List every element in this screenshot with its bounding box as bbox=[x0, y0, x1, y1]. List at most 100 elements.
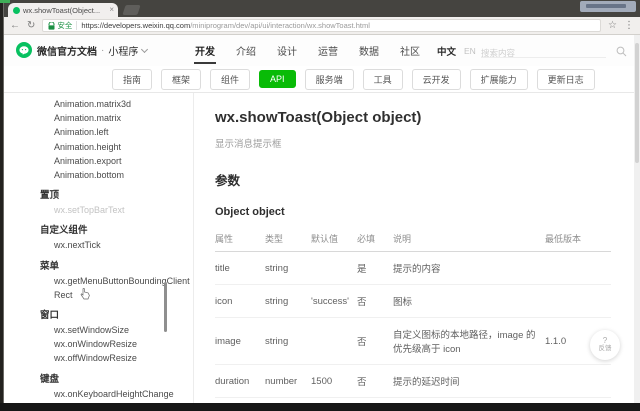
cell: 否 bbox=[357, 365, 393, 398]
sidebar-item[interactable]: Animation.bottom bbox=[54, 168, 193, 182]
nav-item-intro[interactable]: 介绍 bbox=[235, 34, 257, 67]
nav-item-data[interactable]: 数据 bbox=[358, 34, 380, 67]
table-row: durationnumber1500否提示的延迟时间 bbox=[215, 365, 611, 398]
sidebar-item[interactable]: wx.onWindowResize bbox=[54, 337, 192, 351]
sidebar-item[interactable]: wx.setWindowSize bbox=[54, 323, 192, 337]
subnav-extend[interactable]: 扩展能力 bbox=[470, 69, 528, 90]
cell bbox=[545, 285, 611, 318]
params-table: 属性 类型 默认值 必填 说明 最低版本 titlestring是提示的内容 bbox=[215, 227, 611, 403]
col-default: 默认值 bbox=[311, 227, 357, 252]
lang-zh[interactable]: 中文 bbox=[437, 44, 456, 58]
cell: icon bbox=[215, 285, 265, 318]
subnav-component[interactable]: 组件 bbox=[210, 69, 250, 90]
sidebar-item[interactable]: Animation.left bbox=[54, 125, 193, 139]
sidebar-item[interactable]: Animation.matrix3d bbox=[54, 97, 193, 111]
sidebar-item[interactable]: Animation.matrix bbox=[54, 111, 193, 125]
secure-indicator[interactable]: 安全 bbox=[48, 20, 72, 31]
cell bbox=[311, 318, 357, 365]
sidebar-item-settopbartext[interactable]: wx.setTopBarText bbox=[54, 203, 192, 217]
cell: 1500 bbox=[311, 365, 357, 398]
sidebar-item[interactable]: wx.nextTick bbox=[54, 238, 192, 252]
sidebar-group-custom-component: 自定义组件 wx.nextTick bbox=[4, 224, 193, 252]
subnav-tools[interactable]: 工具 bbox=[363, 69, 403, 90]
section-params: 参数 bbox=[215, 170, 640, 189]
search-input[interactable] bbox=[481, 46, 606, 60]
cursor-pointer-icon bbox=[80, 287, 90, 305]
chevron-down-icon[interactable] bbox=[141, 45, 148, 52]
browser-tab[interactable]: wx.showToast(Object... × bbox=[8, 3, 118, 17]
browser-toolbar: ← ↻ 安全 https://developers.weixin.qq.com/… bbox=[0, 17, 640, 35]
sidebar-item[interactable]: Animation.height bbox=[54, 140, 193, 154]
nav-item-community[interactable]: 社区 bbox=[399, 34, 421, 67]
refresh-icon[interactable]: ↻ bbox=[27, 21, 35, 31]
animation-list: Animation.matrix3d Animation.matrix Anim… bbox=[4, 97, 193, 182]
cell: 自定义图标的本地路径，image 的优先级高于 icon bbox=[393, 318, 545, 365]
close-icon[interactable]: × bbox=[109, 6, 114, 14]
brand-name: 微信官方文档 bbox=[37, 43, 97, 58]
col-attr: 属性 bbox=[215, 227, 265, 252]
cell: 图标 bbox=[393, 285, 545, 318]
cell: 'success' bbox=[311, 285, 357, 318]
tab-title: wx.showToast(Object... bbox=[23, 6, 106, 15]
col-required: 必填 bbox=[357, 227, 393, 252]
cell: 否 bbox=[357, 285, 393, 318]
brand[interactable]: 微信官方文档 · 小程序 bbox=[37, 35, 147, 66]
subnav-server[interactable]: 服务端 bbox=[305, 69, 354, 90]
lang-en[interactable]: EN bbox=[464, 46, 476, 56]
page: 微信官方文档 · 小程序 开发 介绍 设计 运营 数据 社区 中文 EN bbox=[4, 35, 640, 403]
sidebar-scrollbar-thumb[interactable] bbox=[164, 282, 167, 332]
url-divider bbox=[76, 21, 77, 30]
search-icon[interactable] bbox=[616, 44, 627, 62]
subnav-framework[interactable]: 框架 bbox=[161, 69, 201, 90]
browser-menu-icon[interactable]: ⋮ bbox=[624, 21, 634, 31]
bookmark-star-icon[interactable]: ☆ bbox=[608, 21, 617, 31]
subnav-changelog[interactable]: 更新日志 bbox=[537, 69, 595, 90]
doc-content: wx.showToast(Object object) 显示消息提示框 参数 O… bbox=[194, 93, 640, 403]
wechat-favicon-icon bbox=[13, 7, 20, 14]
sidebar-item[interactable]: wx.offWindowResize bbox=[54, 351, 192, 365]
group-header: 键盘 bbox=[4, 373, 193, 387]
product-name: 小程序 bbox=[108, 43, 138, 58]
group-header: 菜单 bbox=[4, 260, 193, 274]
sidebar-item[interactable]: Animation.export bbox=[54, 154, 193, 168]
url-path: /miniprogram/dev/api/ui/interaction/wx.s… bbox=[190, 21, 370, 30]
nav-item-design[interactable]: 设计 bbox=[276, 34, 298, 67]
new-tab-button[interactable] bbox=[122, 5, 140, 15]
cell: string bbox=[265, 318, 311, 365]
url-bar[interactable]: 安全 https://developers.weixin.qq.com/mini… bbox=[42, 19, 601, 32]
subnav-guide[interactable]: 指南 bbox=[112, 69, 152, 90]
subnav-api[interactable]: API bbox=[259, 70, 296, 88]
taskbar-sliver bbox=[0, 403, 640, 411]
sidebar-item[interactable]: wx.onKeyboardHeightChange bbox=[54, 387, 192, 401]
feedback-button[interactable]: ? 反馈 bbox=[590, 330, 620, 360]
main-nav: 开发 介绍 设计 运营 数据 社区 bbox=[194, 35, 421, 66]
url-domain: https://developers.weixin.qq.com bbox=[81, 21, 190, 30]
subnav-cloud[interactable]: 云开发 bbox=[412, 69, 461, 90]
table-row: imagestring否自定义图标的本地路径，image 的优先级高于 icon… bbox=[215, 318, 611, 365]
feedback-label: 反馈 bbox=[599, 345, 612, 353]
cell: 否 bbox=[357, 318, 393, 365]
col-type: 类型 bbox=[265, 227, 311, 252]
desktop-accent-fragment bbox=[0, 0, 10, 3]
cell: 提示的延迟时间 bbox=[393, 365, 545, 398]
cell bbox=[545, 252, 611, 285]
sidebar-item[interactable]: wx.getMenuButtonBoundingClientRect bbox=[54, 274, 192, 302]
page-scrollbar-thumb[interactable] bbox=[635, 43, 639, 163]
search-box bbox=[481, 43, 606, 58]
question-mark-icon: ? bbox=[603, 337, 607, 345]
table-row: iconstring'success'否图标 bbox=[215, 285, 611, 318]
nav-item-develop[interactable]: 开发 bbox=[194, 34, 216, 67]
sidebar-group-topbar: 置顶 wx.setTopBarText bbox=[4, 189, 193, 217]
page-scrollbar[interactable] bbox=[634, 35, 640, 403]
cell bbox=[311, 252, 357, 285]
cell: 是 bbox=[357, 252, 393, 285]
group-header: 自定义组件 bbox=[4, 224, 193, 238]
browser-window: wx.showToast(Object... × ← ↻ 安全 https://… bbox=[0, 0, 640, 411]
back-icon[interactable]: ← bbox=[10, 21, 20, 31]
lock-icon bbox=[48, 22, 55, 30]
wechat-logo-icon[interactable] bbox=[16, 42, 32, 58]
brand-separator: · bbox=[101, 45, 104, 56]
nav-item-operation[interactable]: 运营 bbox=[317, 34, 339, 67]
url-text: https://developers.weixin.qq.com/minipro… bbox=[81, 21, 369, 30]
col-minversion: 最低版本 bbox=[545, 227, 611, 252]
